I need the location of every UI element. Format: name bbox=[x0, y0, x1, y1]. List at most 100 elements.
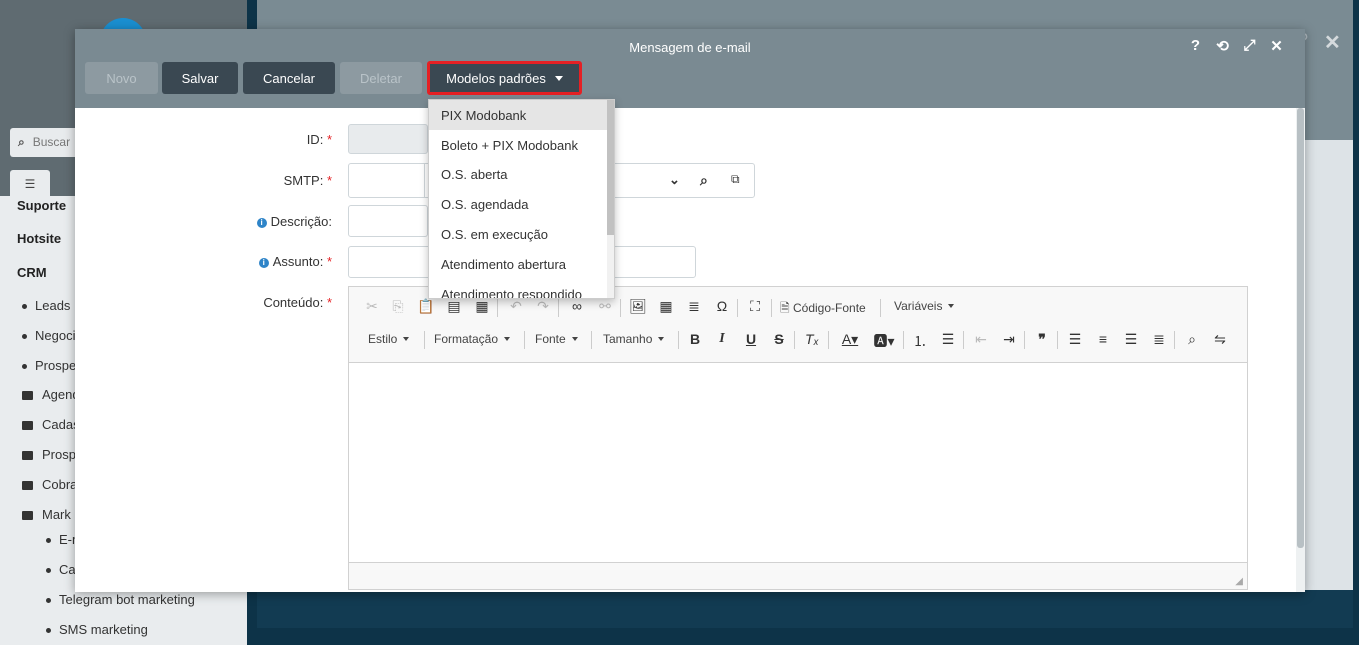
caret-down-icon bbox=[504, 337, 511, 341]
paste-icon[interactable]: 📋 bbox=[415, 298, 437, 315]
dropdown-option[interactable]: Atendimento respondido bbox=[429, 279, 607, 298]
italic-icon[interactable]: I bbox=[711, 331, 733, 347]
expand-icon[interactable]: ⤢ bbox=[1241, 37, 1258, 55]
align-right-icon[interactable]: ☰ bbox=[1120, 331, 1142, 348]
menu-item-agend[interactable]: Agend bbox=[22, 387, 80, 402]
special-char-icon[interactable]: Ω bbox=[711, 298, 733, 314]
bullet-icon bbox=[22, 304, 27, 310]
outdent-icon[interactable]: ⇤ bbox=[970, 331, 992, 348]
required-mark: * bbox=[326, 173, 332, 188]
search-icon: ⌕ bbox=[18, 135, 25, 149]
menu-item-negocia[interactable]: Negocia bbox=[22, 328, 83, 343]
dropdown-option[interactable]: O.S. aberta bbox=[429, 159, 607, 189]
underline-icon[interactable]: U bbox=[740, 331, 762, 347]
folder-icon bbox=[22, 421, 33, 431]
close-icon[interactable]: ✕ bbox=[1268, 37, 1285, 55]
dropdown-option[interactable]: Atendimento abertura bbox=[429, 249, 607, 279]
search-icon[interactable]: ⌕ bbox=[700, 172, 708, 189]
paste-word-icon[interactable]: ▦ bbox=[471, 298, 493, 315]
dropdown-option[interactable]: O.S. em execução bbox=[429, 219, 607, 249]
replace-icon[interactable]: ⇋ bbox=[1209, 331, 1231, 348]
editor-content-area[interactable] bbox=[349, 363, 1247, 562]
menu-item-prosp[interactable]: Prosp bbox=[22, 447, 76, 462]
bullet-icon bbox=[46, 598, 51, 604]
help-icon[interactable]: ? bbox=[1187, 37, 1204, 55]
folder-icon bbox=[22, 391, 33, 401]
align-left-icon[interactable]: ☰ bbox=[1064, 331, 1086, 348]
bullet-list-icon[interactable]: ☰ bbox=[937, 331, 959, 348]
scrollbar-thumb[interactable] bbox=[1297, 108, 1304, 548]
dropdown-scrollbar-thumb[interactable] bbox=[607, 100, 614, 235]
menu-item-cobra[interactable]: Cobra bbox=[22, 477, 77, 492]
menu-item-prospe[interactable]: Prospe bbox=[22, 358, 76, 373]
cancelar-button[interactable]: Cancelar bbox=[243, 62, 335, 94]
codigo-fonte-button[interactable]: 🗎 Código-Fonte bbox=[780, 299, 866, 320]
menu-item-label: Leads bbox=[35, 298, 71, 313]
align-center-icon[interactable]: ≡ bbox=[1092, 331, 1114, 347]
menu-item-telegram[interactable]: Telegram bot marketing bbox=[46, 592, 195, 607]
caret-down-icon bbox=[403, 337, 410, 341]
horizontal-line-icon[interactable]: ≣ bbox=[683, 298, 705, 315]
assunto-label: i Assunto: * bbox=[75, 254, 332, 269]
toolbar-separator bbox=[678, 331, 679, 349]
menu-item-suporte[interactable]: Suporte bbox=[17, 198, 66, 213]
blockquote-icon[interactable]: ❞ bbox=[1031, 331, 1053, 348]
dropdown-option[interactable]: Boleto + PIX Modobank bbox=[429, 130, 607, 160]
descricao-input[interactable] bbox=[348, 205, 428, 237]
history-icon[interactable]: ⟲ bbox=[1214, 37, 1231, 55]
table-icon[interactable]: ▦ bbox=[655, 298, 677, 315]
tamanho-dropdown[interactable]: Tamanho bbox=[603, 332, 665, 346]
salvar-button[interactable]: Salvar bbox=[162, 62, 238, 94]
info-icon[interactable]: i bbox=[256, 218, 267, 228]
dropdown-option[interactable]: O.S. agendada bbox=[429, 189, 607, 219]
folder-icon bbox=[22, 481, 33, 491]
resize-handle-icon[interactable]: ◢ bbox=[1235, 576, 1243, 587]
find-icon[interactable]: ⌕ bbox=[1181, 331, 1203, 348]
menu-item-label: Prosp bbox=[42, 447, 76, 462]
copy-icon[interactable]: ⎘ bbox=[387, 298, 409, 315]
deletar-button[interactable]: Deletar bbox=[340, 62, 422, 94]
bg-color-icon[interactable]: 🅰▾ bbox=[869, 331, 899, 351]
variaveis-dropdown[interactable]: Variáveis bbox=[894, 299, 955, 313]
novo-button[interactable]: Novo bbox=[85, 62, 158, 94]
menu-item-mark[interactable]: Mark bbox=[22, 507, 71, 522]
menu-item-sms[interactable]: SMS marketing bbox=[46, 622, 148, 637]
undo-icon[interactable]: ↶ bbox=[505, 298, 527, 315]
toolbar-separator bbox=[524, 331, 525, 349]
numbered-list-icon[interactable]: ⒈ bbox=[909, 331, 931, 351]
align-justify-icon[interactable]: ≣ bbox=[1148, 331, 1170, 348]
bullet-icon bbox=[46, 628, 51, 634]
bold-icon[interactable]: B bbox=[684, 331, 706, 347]
menu-item-cadas[interactable]: Cadas bbox=[22, 417, 80, 432]
modelos-padroes-button[interactable]: Modelos padrões bbox=[427, 61, 582, 95]
maximize-icon[interactable]: ⛶ bbox=[744, 298, 766, 315]
caret-down-icon bbox=[571, 337, 578, 341]
toolbar-separator bbox=[737, 299, 738, 317]
estilo-dropdown[interactable]: Estilo bbox=[368, 332, 410, 346]
toolbar-separator bbox=[1174, 331, 1175, 349]
formatacao-dropdown[interactable]: Formatação bbox=[434, 332, 511, 346]
dropdown-option[interactable]: PIX Modobank bbox=[429, 100, 607, 130]
fonte-dropdown[interactable]: Fonte bbox=[535, 332, 578, 346]
menu-item-leads[interactable]: Leads bbox=[22, 298, 70, 313]
external-link-icon[interactable]: ⧉ bbox=[731, 172, 740, 187]
remove-format-icon[interactable]: Tₓ bbox=[801, 331, 823, 347]
strikethrough-icon[interactable]: S bbox=[768, 331, 790, 347]
folder-icon bbox=[22, 451, 33, 461]
paste-text-icon[interactable]: ▤ bbox=[443, 298, 465, 315]
modal-scrollbar[interactable] bbox=[1296, 108, 1305, 592]
unlink-icon[interactable]: ⚯ bbox=[594, 298, 616, 315]
id-label: ID: * bbox=[75, 132, 332, 147]
link-icon[interactable]: ∞ bbox=[566, 298, 588, 314]
cut-icon[interactable]: ✂ bbox=[361, 298, 383, 315]
chevron-down-icon[interactable]: ⌄ bbox=[669, 172, 680, 188]
image-icon[interactable]: 🖼 bbox=[627, 298, 649, 315]
info-icon[interactable]: i bbox=[258, 258, 269, 268]
text-color-icon[interactable]: A▾ bbox=[835, 331, 865, 348]
background-close-icon[interactable]: ✕ bbox=[1324, 30, 1341, 55]
search-placeholder: Buscar bbox=[32, 135, 71, 149]
redo-icon[interactable]: ↷ bbox=[532, 298, 554, 315]
menu-item-hotsite[interactable]: Hotsite bbox=[17, 231, 61, 246]
indent-icon[interactable]: ⇥ bbox=[998, 331, 1020, 348]
menu-item-crm[interactable]: CRM bbox=[17, 265, 47, 280]
